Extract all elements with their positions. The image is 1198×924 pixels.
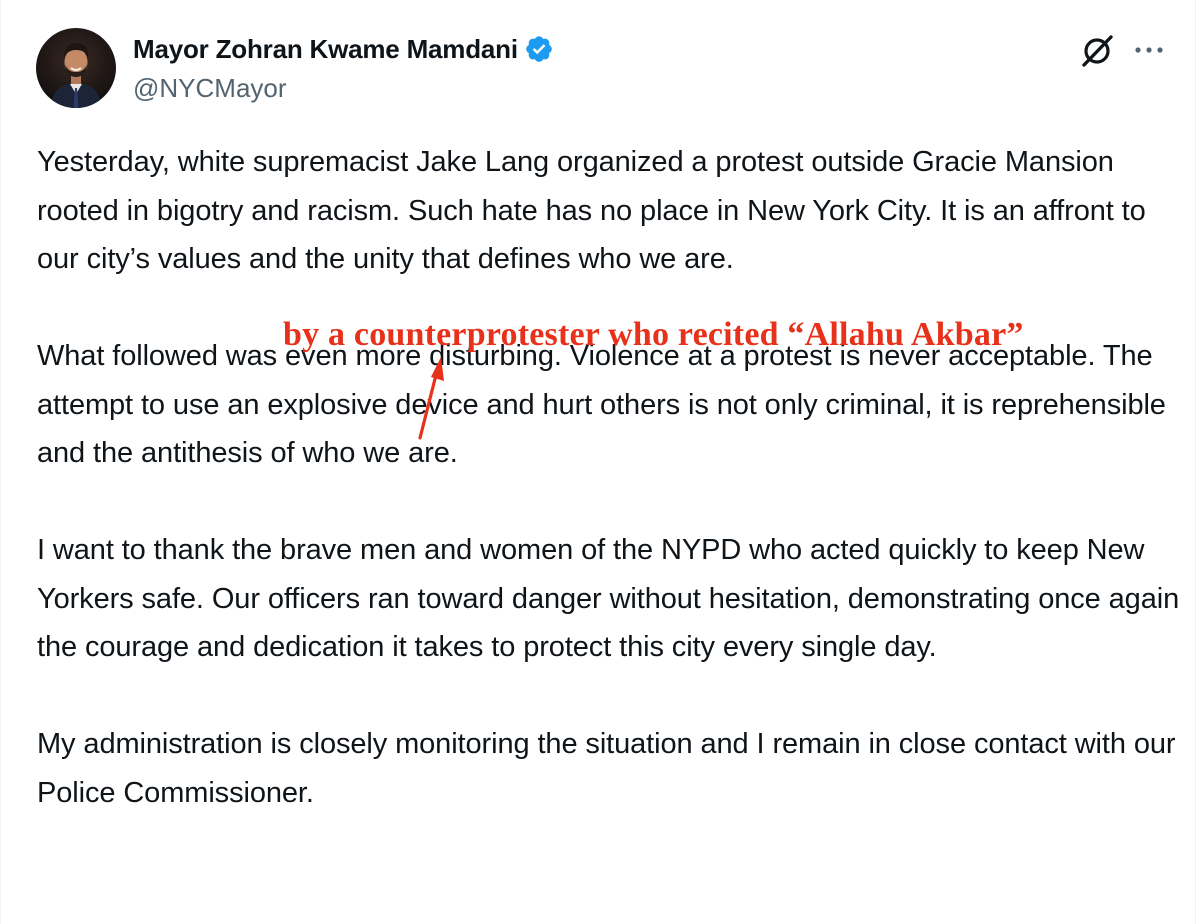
author-name[interactable]: Mayor Zohran Kwame Mamdani bbox=[133, 34, 518, 65]
verified-badge-icon bbox=[526, 36, 552, 62]
avatar[interactable] bbox=[36, 28, 116, 108]
annotation-overlay: by a counterprotester who recited “Allah… bbox=[283, 316, 1024, 353]
tweet-body: Yesterday, white supremacist Jake Lang o… bbox=[37, 146, 1180, 809]
more-options-icon[interactable] bbox=[1131, 35, 1167, 65]
author-handle[interactable]: @NYCMayor bbox=[133, 73, 287, 104]
annotation-arrow bbox=[418, 357, 444, 440]
grok-icon[interactable] bbox=[1077, 30, 1117, 70]
tweet-card: Mayor Zohran Kwame Mamdani @NYCMayor Yes… bbox=[0, 0, 1196, 924]
author-row: Mayor Zohran Kwame Mamdani bbox=[133, 32, 554, 66]
avatar-photo bbox=[36, 28, 116, 108]
